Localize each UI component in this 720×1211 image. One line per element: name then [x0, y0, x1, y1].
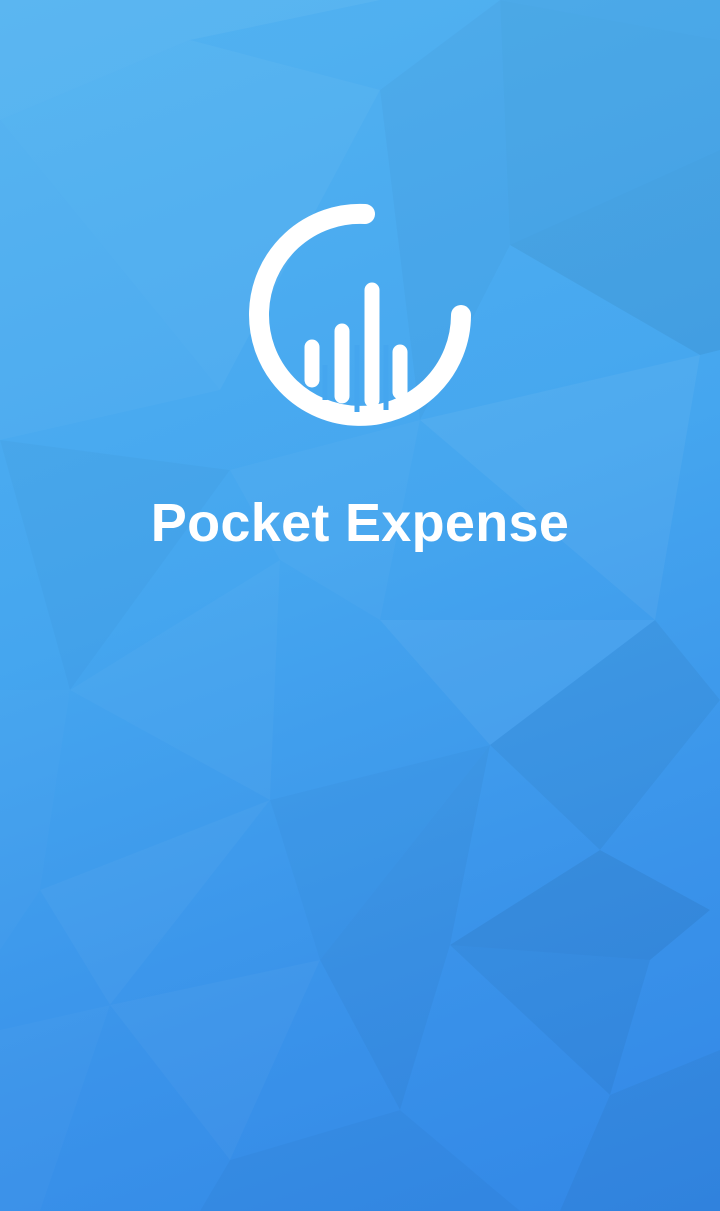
app-title: Pocket Expense: [150, 493, 570, 553]
splash-screen: Pocket Expense: [0, 0, 720, 1211]
polygon-background: [0, 0, 720, 1095]
pocket-expense-logo-icon: [249, 203, 471, 426]
